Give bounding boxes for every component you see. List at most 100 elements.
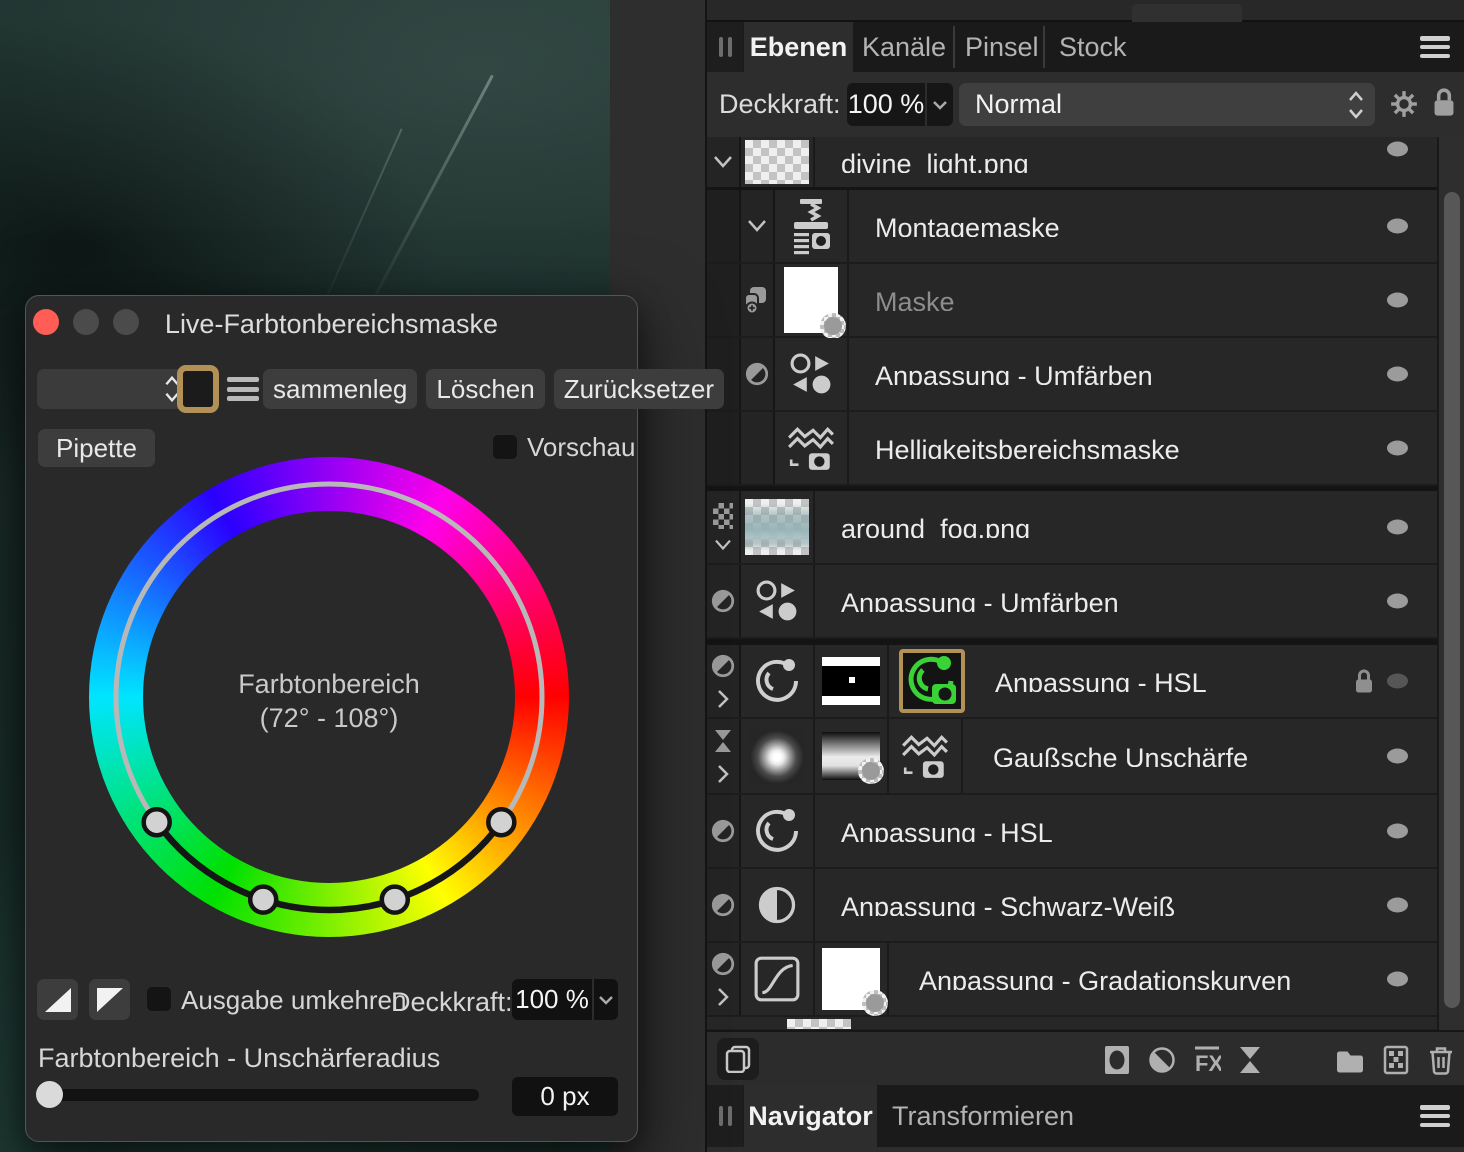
layer-row-divine-light[interactable]: divine_light.png (707, 137, 1439, 190)
gear-icon[interactable] (1389, 89, 1419, 119)
opacity-value[interactable]: 100 % (847, 83, 925, 126)
panel-menu-icon[interactable] (1420, 36, 1450, 58)
tab-label: Ebenen (750, 32, 848, 63)
preview-checkbox[interactable] (493, 435, 517, 459)
reset-button[interactable]: Zurücksetzer (554, 369, 724, 409)
hue-range-wheel[interactable]: Farbtonbereich (72° - 108°) (89, 457, 569, 937)
layer-row-helligkeitsbereichsmaske[interactable]: Helligkeitsbereichsmaske (707, 412, 1439, 486)
layer-row-around-fog[interactable]: around_fog.png (707, 491, 1439, 565)
layer-row-gradationskurven[interactable]: Anpassung - Gradationskurven (707, 943, 1439, 1017)
layer-icon-cell[interactable] (775, 190, 849, 262)
selected-range-swatch[interactable] (177, 365, 219, 413)
scrollbar-track[interactable] (1437, 137, 1464, 1030)
live-filter-hourglass-icon[interactable] (1238, 1045, 1262, 1075)
layer-row-umfaerben-2[interactable]: Anpassung - Umfärben (707, 565, 1439, 639)
dialog-opacity-value[interactable]: 100 % (512, 979, 592, 1020)
layer-row-hsl-2[interactable]: Anpassung - HSL (707, 795, 1439, 869)
tab-transformieren[interactable]: Transformieren (892, 1085, 1074, 1147)
live-hsl-filter-chip-selected[interactable] (899, 649, 965, 713)
layer-expand-cell[interactable] (741, 190, 775, 262)
falloff-curved-button[interactable] (89, 979, 130, 1020)
layer-expand-cell[interactable] (707, 943, 741, 1015)
opacity-dropdown-button[interactable] (927, 83, 953, 126)
mask-thumbnail[interactable] (815, 645, 889, 717)
mask-thumbnail[interactable] (775, 264, 849, 336)
blur-radius-value[interactable]: 0 px (512, 1077, 618, 1116)
visibility-dot[interactable] (1387, 441, 1408, 456)
layer-icon-cell[interactable] (741, 565, 815, 637)
layer-icon-cell[interactable] (741, 795, 815, 867)
falloff-linear-button[interactable] (37, 979, 78, 1020)
fx-layer-effects-icon[interactable]: FX (1193, 1045, 1221, 1075)
layer-icon-cell[interactable] (741, 869, 815, 941)
group-folder-icon[interactable] (1335, 1046, 1365, 1074)
layer-icon-cell[interactable] (775, 338, 849, 410)
adjustment-layer-icon[interactable] (1148, 1046, 1176, 1074)
layer-expand-cell[interactable] (707, 491, 741, 563)
visibility-dot[interactable] (1387, 520, 1408, 535)
layer-thumbnail[interactable] (741, 137, 815, 187)
indent-gutter (707, 190, 741, 262)
merge-button[interactable]: sammenleg (263, 369, 417, 409)
tab-navigator[interactable]: Navigator (744, 1085, 877, 1147)
hue-range-overlay[interactable]: Farbtonbereich (72° - 108°) (89, 457, 569, 937)
scrollbar-thumb[interactable] (1444, 192, 1460, 1008)
visibility-dot[interactable] (1387, 898, 1408, 913)
tab-pinsel[interactable]: Pinsel (965, 22, 1039, 72)
visibility-dot[interactable] (1387, 972, 1408, 987)
mask-thumbnail[interactable] (815, 719, 889, 793)
layer-thumbnail[interactable] (741, 491, 815, 563)
panel-drag-handle[interactable] (707, 22, 743, 72)
tab-stock[interactable]: Stock (1059, 22, 1127, 72)
lock-icon[interactable] (1431, 86, 1457, 118)
visibility-dot[interactable] (1387, 674, 1408, 689)
layer-row-partial[interactable] (707, 1017, 1439, 1029)
visibility-dot[interactable] (1387, 594, 1408, 609)
tab-ebenen[interactable]: Ebenen (744, 22, 853, 72)
visibility-dot[interactable] (1387, 142, 1408, 157)
layer-row-schwarz-weiss[interactable]: Anpassung - Schwarz-Weiß (707, 869, 1439, 943)
trash-icon[interactable] (1427, 1044, 1455, 1076)
layer-row-gaussian-blur[interactable]: Gaußsche Unschärfe (707, 719, 1439, 795)
visibility-dot[interactable] (1387, 219, 1408, 234)
layer-expand-cell[interactable] (707, 645, 741, 717)
layer-row-umfaerben-1[interactable]: Anpassung - Umfärben (707, 338, 1439, 412)
range-handle-end[interactable] (382, 887, 408, 913)
tab-kanaele[interactable]: Kanäle (862, 22, 946, 72)
delete-button[interactable]: Löschen (426, 369, 544, 409)
duplicate-layer-button[interactable] (717, 1038, 759, 1080)
layer-icon-cell[interactable] (775, 412, 849, 484)
panel-drag-handle[interactable] (707, 1085, 743, 1147)
layer-row-montagemaske[interactable]: Montagemaske (707, 190, 1439, 264)
visibility-dot[interactable] (1387, 824, 1408, 839)
mask-layer-icon[interactable] (1103, 1045, 1131, 1075)
layer-icon-cell[interactable] (741, 645, 815, 717)
visibility-dot[interactable] (1387, 749, 1408, 764)
layer-expand-cell[interactable] (707, 719, 741, 793)
visibility-dot[interactable] (1387, 293, 1408, 308)
range-handle-start[interactable] (250, 887, 276, 913)
falloff-handle-start[interactable] (144, 809, 170, 835)
blur-radius-slider[interactable] (39, 1089, 479, 1101)
layer-row-hsl-selected[interactable]: Anpassung - HSL (707, 645, 1439, 719)
layer-name: Montagemaske (875, 215, 1439, 237)
panel-menu-icon[interactable] (1420, 1105, 1450, 1127)
layer-icon-cell[interactable] (741, 943, 815, 1015)
dialog-opacity-dropdown[interactable] (592, 979, 618, 1020)
layer-expand-cell[interactable] (707, 137, 741, 187)
layer-row-maske[interactable]: Maske (707, 264, 1439, 338)
invert-output-checkbox[interactable] (147, 987, 171, 1011)
ramp-up-icon (45, 988, 71, 1012)
layer-name: Anpassung - Gradationskurven (919, 968, 1439, 990)
visibility-dot[interactable] (1387, 367, 1408, 382)
mask-thumbnail[interactable] (815, 943, 889, 1015)
new-layer-checker-icon[interactable] (1383, 1045, 1409, 1075)
slider-thumb[interactable] (36, 1081, 63, 1108)
mask-dot (858, 758, 884, 784)
preset-menu-icon[interactable] (227, 377, 259, 401)
layer-icon-cell[interactable] (889, 719, 963, 793)
filter-thumbnail[interactable] (741, 719, 815, 793)
blend-mode-select[interactable]: Normal (959, 83, 1375, 126)
falloff-handle-end[interactable] (488, 809, 514, 835)
mask-dot (820, 313, 846, 339)
